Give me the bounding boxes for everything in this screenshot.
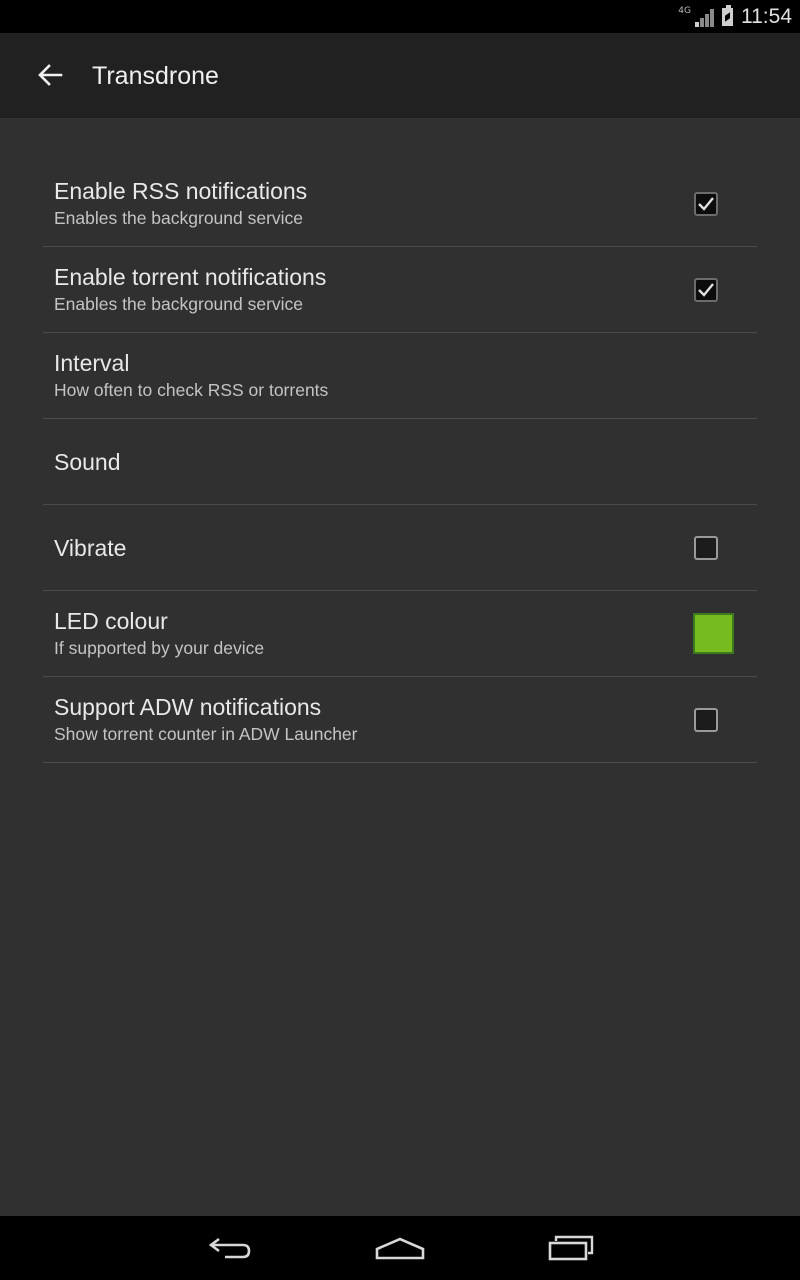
- pref-title: LED colour: [54, 608, 168, 634]
- pref-enable-rss-notifications[interactable]: Enable RSS notifications Enables the bac…: [43, 161, 757, 247]
- status-bar: 4G 11:54: [0, 0, 800, 33]
- pref-support-adw-notifications[interactable]: Support ADW notifications Show torrent c…: [43, 677, 757, 763]
- status-icons: 4G 11:54: [678, 0, 792, 33]
- network-type: 4G: [678, 5, 691, 16]
- navigation-bar: [0, 1216, 800, 1280]
- home-icon[interactable]: [360, 1226, 440, 1270]
- clock: 11:54: [741, 4, 792, 28]
- vibrate-checkbox[interactable]: [694, 536, 718, 560]
- pref-title: Sound: [54, 448, 121, 475]
- led-colour-swatch[interactable]: [693, 613, 734, 654]
- battery-icon: [722, 4, 733, 26]
- rss-notifications-checkbox[interactable]: [694, 192, 718, 216]
- pref-title: Enable torrent notifications: [54, 264, 327, 290]
- pref-summary: Enables the background service: [54, 294, 304, 314]
- pref-summary: If supported by your device: [54, 638, 265, 658]
- pref-summary: Enables the background service: [54, 208, 304, 228]
- preference-list: Enable RSS notifications Enables the bac…: [43, 161, 757, 763]
- pref-summary: How often to check RSS or torrents: [54, 380, 329, 400]
- recents-icon[interactable]: [531, 1226, 611, 1270]
- pref-title: Enable RSS notifications: [54, 178, 308, 204]
- signal-icon: [695, 7, 714, 27]
- action-bar: Transdrone: [0, 33, 800, 118]
- pref-enable-torrent-notifications[interactable]: Enable torrent notifications Enables the…: [43, 247, 757, 333]
- checkmark-icon: [698, 283, 714, 297]
- pref-interval[interactable]: Interval How often to check RSS or torre…: [43, 333, 757, 419]
- pref-title: Interval: [54, 350, 130, 376]
- pref-summary: Show torrent counter in ADW Launcher: [54, 724, 358, 744]
- back-icon[interactable]: [190, 1226, 270, 1270]
- pref-sound[interactable]: Sound: [43, 419, 757, 505]
- page-title: Transdrone: [92, 62, 219, 90]
- torrent-notifications-checkbox[interactable]: [694, 278, 718, 302]
- adw-notifications-checkbox[interactable]: [694, 708, 718, 732]
- pref-vibrate[interactable]: Vibrate: [43, 505, 757, 591]
- checkmark-icon: [698, 197, 714, 211]
- pref-title: Vibrate: [54, 534, 127, 561]
- pref-led-colour[interactable]: LED colour If supported by your device: [43, 591, 757, 677]
- arrow-left-icon[interactable]: [30, 55, 70, 95]
- pref-title: Support ADW notifications: [54, 694, 322, 720]
